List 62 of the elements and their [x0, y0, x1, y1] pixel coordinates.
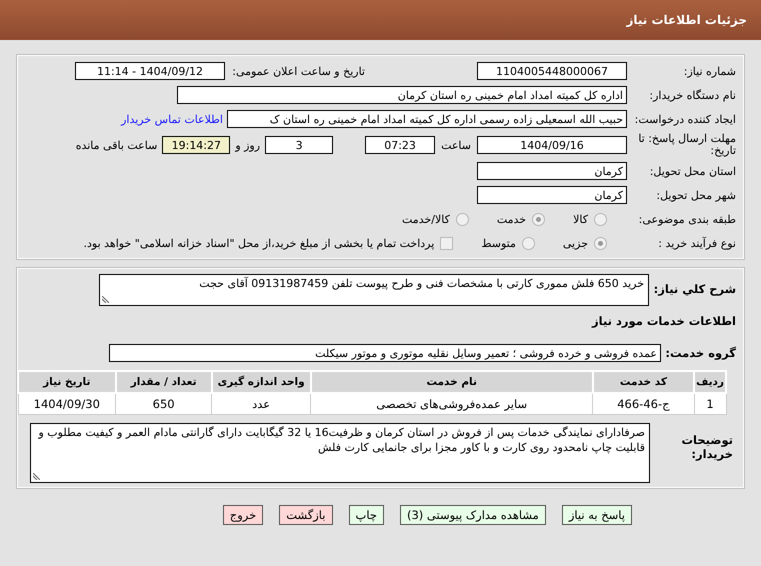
field-label: تاریخ و ساعت اعلان عمومی:	[231, 64, 365, 78]
input-field: 07:23	[365, 136, 436, 154]
field-label: ایجاد کننده درخواست:	[634, 112, 737, 126]
field-label: ساعت	[441, 138, 471, 152]
table-cell: 1404/09/30	[18, 393, 116, 414]
field-label: مهلت ارسال پاسخ: تا تاریخ:	[637, 132, 737, 158]
field-label: شهر محل تحویل:	[655, 188, 737, 202]
action-button[interactable]: خروج	[222, 505, 264, 525]
field-label: شرح کلي نیاز:	[652, 281, 737, 296]
table-cell: 650	[116, 393, 212, 414]
column-header: تعداد / مقدار	[116, 371, 212, 393]
section-title: اطلاعات خدمات مورد نیاز	[592, 314, 736, 328]
checkbox[interactable]	[440, 236, 454, 250]
notes-field: صرفادارای نمایندگی خدمات پس از فروش در استان کرمان و ظرفیت16 یا 32 گیگابایت دارای گارانتی مادام العمر و کیفیت مطلوب و قابلیت چاپ نامحدود روی کارت و با کاور مجزا برای جانمایی کارت فلش	[30, 423, 650, 483]
resize-grip-icon[interactable]	[33, 473, 40, 480]
resize-grip-icon[interactable]	[102, 296, 109, 303]
field-label: گروه خدمت:	[664, 346, 737, 360]
field-label: روز و	[235, 138, 260, 152]
input-field: کرمان	[477, 186, 627, 204]
contact-link[interactable]: اطلاعات تماس خریدار	[121, 112, 223, 126]
radio-button[interactable]	[522, 236, 535, 250]
option-label: پرداخت تمام یا بخشی از مبلغ خرید،از محل "اسناد خزانه اسلامی" خواهد بود.	[84, 236, 434, 250]
page-title: جزئیات اطلاعات نیاز	[626, 13, 747, 27]
field-label: ساعت باقی مانده	[76, 138, 158, 152]
column-header: ردیف	[694, 371, 726, 393]
input-field: 3	[265, 136, 334, 154]
action-button[interactable]: بازگشت	[279, 505, 332, 525]
option-label: جزیی	[562, 236, 588, 250]
table-cell: سایر عمده‌فروشی‌های تخصصی	[310, 393, 593, 414]
column-header: واحد اندازه گیری	[212, 371, 311, 393]
option-label: خدمت	[496, 212, 526, 226]
column-header: نام خدمت	[310, 371, 593, 393]
radio-button[interactable]	[532, 212, 546, 226]
option-label: کالا	[573, 212, 588, 226]
table-cell: عدد	[212, 393, 311, 414]
radio-button[interactable]	[594, 212, 607, 226]
table-cell: ج-46-466	[592, 393, 694, 414]
column-header: تاریخ نیاز	[18, 371, 116, 393]
field-label: نوع فرآیند خرید :	[657, 236, 737, 250]
option-label: کالا/خدمت	[402, 212, 450, 226]
action-button[interactable]: چاپ	[348, 505, 384, 525]
radio-button[interactable]	[594, 236, 607, 250]
radio-button[interactable]	[456, 212, 469, 226]
field-label: توضیحات خریدار:	[680, 432, 734, 461]
action-button[interactable]: مشاهده مدارک پیوستی (3)	[400, 505, 546, 525]
countdown-field: 19:14:27	[162, 136, 230, 154]
field-label: طبقه بندی موضوعی:	[638, 212, 737, 226]
field-label: شماره نیاز:	[682, 64, 737, 78]
description-field: خرید 650 فلش مموری کارتی با مشخصات فنی و طرح پیوست تلفن 09131987459 آقای حجت	[99, 274, 649, 306]
field-label: استان محل تحویل:	[648, 164, 737, 178]
option-label: متوسط	[481, 236, 516, 250]
input-field: حبیب الله اسمعیلی زاده رسمی اداره کل کمیته امداد امام خمینی ره استان ک	[227, 110, 627, 128]
field-label: نام دستگاه خریدار:	[648, 88, 737, 102]
column-header: کد خدمت	[592, 371, 694, 393]
input-field: 1104005448000067	[477, 62, 627, 80]
input-field: کرمان	[477, 162, 627, 180]
service-group-field: عمده فروشی و خرده فروشی ؛ تعمیر وسایل نقلیه موتوری و موتور سیکلت	[109, 344, 661, 362]
input-field: 1404/09/16	[477, 136, 627, 154]
input-field: 1404/09/12 - 11:14	[75, 62, 225, 80]
action-button[interactable]: پاسخ به نیاز	[562, 505, 632, 525]
table-cell: 1	[694, 393, 726, 414]
input-field: اداره کل کمیته امداد امام خمینی ره استان کرمان	[177, 86, 627, 104]
